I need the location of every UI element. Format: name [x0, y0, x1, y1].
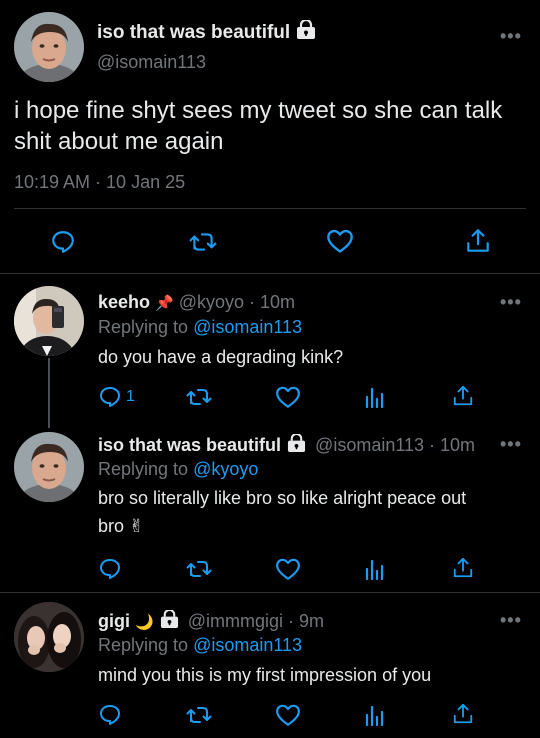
analytics-icon[interactable]: [364, 703, 386, 727]
divider: [14, 208, 526, 209]
reply-header: iso that was beautiful @isomain113 · 10m: [98, 433, 475, 458]
like-icon[interactable]: [275, 703, 301, 727]
share-icon[interactable]: [465, 227, 491, 255]
lock-icon: [160, 609, 179, 634]
mention-link[interactable]: @kyoyo: [193, 459, 258, 479]
reply-count: 1: [126, 388, 135, 405]
display-name[interactable]: iso that was beautiful: [98, 435, 281, 455]
reply-icon[interactable]: [98, 385, 122, 409]
handle-and-time[interactable]: @immmgigi · 9m: [188, 611, 324, 631]
avatar[interactable]: [14, 432, 84, 502]
lock-icon: [296, 18, 316, 45]
replying-to: Replying to @isomain113: [98, 317, 303, 337]
reply-header: gigi 🌙 @immmgigi · 9m: [98, 609, 324, 634]
reply-icon[interactable]: [50, 229, 76, 255]
reply-text: mind you this is my first impression of …: [98, 665, 432, 685]
retweet-icon[interactable]: [186, 385, 212, 409]
more-options-icon[interactable]: •••: [500, 434, 522, 455]
like-icon[interactable]: [326, 228, 354, 254]
like-icon[interactable]: [275, 557, 301, 581]
more-options-icon[interactable]: •••: [500, 610, 522, 631]
reply-action[interactable]: 1: [98, 385, 135, 409]
reply-text: do you have a degrading kink?: [98, 347, 344, 367]
replying-to: Replying to @kyoyo: [98, 459, 259, 479]
mention-link[interactable]: @isomain113: [193, 317, 302, 337]
more-options-icon[interactable]: •••: [500, 26, 522, 47]
pin-emoji-icon: 📌: [155, 295, 174, 312]
moon-emoji-icon: 🌙: [135, 614, 154, 631]
thread-line: [48, 358, 50, 428]
retweet-icon[interactable]: [189, 229, 217, 255]
share-icon[interactable]: [452, 555, 474, 581]
handle-and-time[interactable]: @isomain113 · 10m: [315, 435, 475, 455]
avatar[interactable]: [14, 12, 84, 82]
retweet-icon[interactable]: [186, 557, 212, 581]
like-icon[interactable]: [275, 385, 301, 409]
analytics-icon[interactable]: [364, 557, 386, 581]
reply-icon[interactable]: [98, 703, 122, 727]
handle-and-time[interactable]: @kyoyo · 10m: [179, 292, 295, 312]
reply-text: bro so literally like bro so like alrigh…: [98, 488, 467, 536]
share-icon[interactable]: [452, 701, 474, 727]
author-row: iso that was beautiful: [97, 18, 316, 45]
retweet-icon[interactable]: [186, 703, 212, 727]
divider: [0, 592, 540, 593]
avatar[interactable]: [14, 286, 84, 356]
tweet-timestamp[interactable]: 10:19 AM · 10 Jan 25: [14, 172, 185, 193]
share-icon[interactable]: [452, 383, 474, 409]
mention-link[interactable]: @isomain113: [193, 635, 302, 655]
display-name[interactable]: gigi: [98, 611, 130, 631]
handle[interactable]: @isomain113: [97, 52, 206, 73]
tweet-text: i hope fine shyt sees my tweet so she ca…: [14, 97, 503, 155]
avatar[interactable]: [14, 602, 84, 672]
reply-icon[interactable]: [98, 557, 122, 581]
more-options-icon[interactable]: •••: [500, 292, 522, 313]
reply-header: keeho 📌 @kyoyo · 10m: [98, 292, 295, 313]
display-name[interactable]: iso that was beautiful: [97, 22, 290, 43]
replying-to: Replying to @isomain113: [98, 635, 303, 655]
divider: [0, 273, 540, 274]
display-name[interactable]: keeho: [98, 292, 150, 312]
lock-icon: [287, 433, 306, 458]
analytics-icon[interactable]: [364, 385, 386, 409]
